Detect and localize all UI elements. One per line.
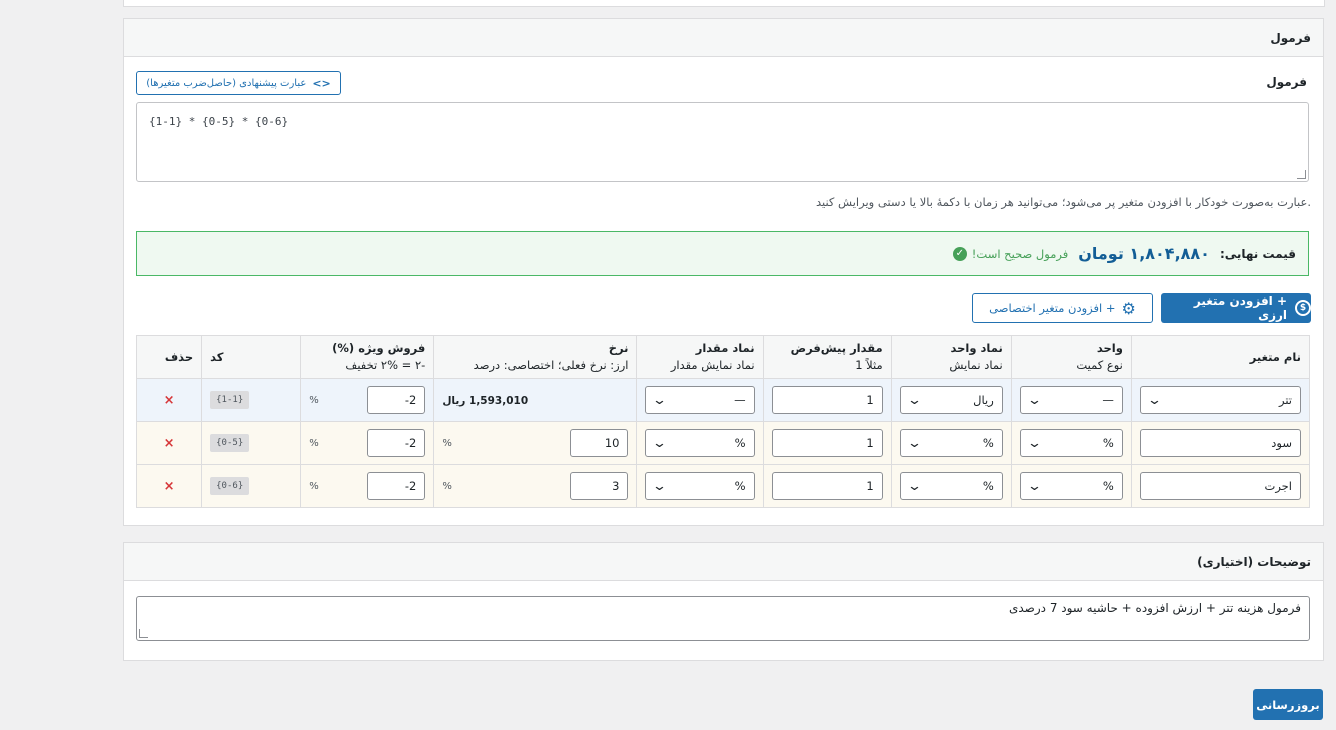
description-textarea[interactable]: فرمول هزینه تتر + ارزش افزوده + حاشیه سو… — [136, 596, 1310, 641]
chevron-down-icon: ⌄ — [1146, 392, 1162, 408]
special-sale-input[interactable]: -2 — [367, 472, 426, 500]
resize-handle[interactable] — [1297, 170, 1306, 179]
description-value: فرمول هزینه تتر + ارزش افزوده + حاشیه سو… — [1008, 601, 1301, 615]
default-value-input[interactable]: 1 — [771, 429, 883, 457]
rate-text: 1,593,010 ریال — [442, 395, 529, 407]
delete-row-icon[interactable]: × — [135, 421, 203, 465]
suggest-button-label: عبارت پیشنهادی (حاصل‌ضرب متغیرها) — [146, 77, 307, 89]
final-price-label: قیمت نهایی: — [1219, 246, 1296, 261]
special-sale-input[interactable]: -2 — [367, 429, 426, 457]
table-row: تتر ⌄ — ⌄ ریال ⌄ 1 — ⌄ 1,593,010 ریال -2 % {… — [135, 378, 1311, 422]
col-rate: نرخ ارز: نرخ فعلی؛ اختصاصی: درصد — [433, 335, 638, 379]
col-code: کد — [201, 335, 302, 379]
chevron-down-icon: ⌄ — [906, 392, 922, 408]
currency-icon: $ — [1295, 300, 1311, 316]
chevron-down-icon: ⌄ — [1026, 392, 1042, 408]
col-delete: حذف — [135, 335, 203, 379]
formula-panel: فرمول فرمول عبارت پیشنهادی (حاصل‌ضرب متغ… — [123, 18, 1324, 526]
delete-row-icon[interactable]: × — [135, 464, 203, 508]
suggest-expression-button[interactable]: عبارت پیشنهادی (حاصل‌ضرب متغیرها) <> — [136, 71, 341, 95]
percent-sign: % — [442, 480, 452, 492]
description-panel: توضیحات (اختیاری) فرمول هزینه تتر + ارزش… — [123, 542, 1324, 661]
add-custom-label: + افزودن متغیر اختصاصی — [989, 301, 1116, 315]
col-unit: واحد نوع کمیت — [1010, 335, 1132, 379]
value-symbol-select[interactable]: % ⌄ — [645, 472, 755, 500]
formula-panel-title: فرمول — [124, 19, 1323, 57]
rate-input[interactable]: 3 — [570, 472, 629, 500]
chevron-down-icon: ⌄ — [1026, 478, 1042, 494]
unit-select[interactable]: % ⌄ — [1019, 429, 1123, 457]
valid-text: فرمول صحیح است! — [971, 246, 1069, 261]
unit-select[interactable]: — ⌄ — [1019, 386, 1123, 414]
formula-valid-status: ✓ فرمول صحیح است! — [952, 246, 1069, 261]
unit-select[interactable]: % ⌄ — [1019, 472, 1123, 500]
final-price: ۱,۸۰۴,۸۸۰ تومان — [1078, 244, 1210, 263]
formula-textarea[interactable]: {1-1} * {0-5} * {0-6} — [136, 102, 1309, 182]
chevron-down-icon: ⌄ — [1026, 435, 1042, 451]
add-currency-label: + افزودن متغیر ارزی — [1193, 294, 1288, 322]
percent-sign: % — [442, 437, 452, 449]
description-panel-title: توضیحات (اختیاری) — [124, 543, 1323, 581]
formula-value: {1-1} * {0-5} * {0-6} — [149, 115, 289, 128]
variable-code: {0-6} — [210, 477, 250, 495]
delete-row-icon[interactable]: × — [135, 378, 203, 422]
variable-code: {1-1} — [210, 391, 250, 409]
col-default-value: مقدار پیش‌فرض مثلاً 1 — [762, 335, 892, 379]
chevron-down-icon: ⌄ — [906, 478, 922, 494]
col-unit-symbol: نماد واحد نماد نمایش — [890, 335, 1012, 379]
formula-result-box: ✓ فرمول صحیح است! ۱,۸۰۴,۸۸۰ تومان قیمت ن… — [136, 231, 1309, 276]
chevron-down-icon: ⌄ — [652, 435, 668, 451]
update-button[interactable]: بروزرسانی — [1253, 689, 1323, 720]
gear-icon: ⚙ — [1121, 298, 1136, 318]
col-special-sale: فروش ویژه (%) -۲ = ۲% تخفیف — [300, 335, 435, 379]
add-custom-variable-button[interactable]: + افزودن متغیر اختصاصی ⚙ — [972, 293, 1153, 323]
chevron-down-icon: ⌄ — [652, 478, 668, 494]
col-name: نام متغیر — [1130, 335, 1311, 379]
variables-table: نام متغیر واحد نوع کمیت نماد واحد نماد نما… — [135, 335, 1311, 508]
resize-handle[interactable] — [139, 629, 148, 638]
unit-symbol-select[interactable]: % ⌄ — [899, 429, 1003, 457]
variable-name-select[interactable]: تتر ⌄ — [1139, 386, 1301, 414]
variable-name-input[interactable]: اجرت — [1139, 472, 1301, 500]
code-icon: <> — [312, 76, 331, 90]
chevron-down-icon: ⌄ — [906, 435, 922, 451]
percent-sign: % — [309, 480, 319, 492]
variable-name-input[interactable]: سود — [1139, 429, 1301, 457]
formula-label: فرمول — [1266, 75, 1307, 89]
value-symbol-select[interactable]: — ⌄ — [645, 386, 755, 414]
percent-sign: % — [309, 394, 319, 406]
formula-help-text: عبارت به‌صورت خودکار با افزودن متغیر پر … — [815, 195, 1311, 209]
default-value-input[interactable]: 1 — [771, 472, 883, 500]
value-symbol-select[interactable]: % ⌄ — [645, 429, 755, 457]
chevron-down-icon: ⌄ — [652, 392, 668, 408]
default-value-input[interactable]: 1 — [771, 386, 883, 414]
table-row: سود % ⌄ % ⌄ 1 % ⌄ 10 % -2 % {0-5} × — [135, 421, 1311, 465]
check-circle-icon: ✓ — [952, 246, 967, 261]
col-value-symbol: نماد مقدار نماد نمایش مقدار — [636, 335, 764, 379]
rate-input[interactable]: 10 — [570, 429, 629, 457]
table-header-row: نام متغیر واحد نوع کمیت نماد واحد نماد نما… — [135, 335, 1311, 379]
percent-sign: % — [309, 437, 319, 449]
variable-code: {0-5} — [210, 434, 250, 452]
previous-panel-edge — [123, 0, 1325, 7]
add-currency-variable-button[interactable]: + افزودن متغیر ارزی $ — [1161, 293, 1311, 323]
unit-symbol-select[interactable]: ریال ⌄ — [899, 386, 1003, 414]
table-row: اجرت % ⌄ % ⌄ 1 % ⌄ 3 % -2 % {0-6} × — [135, 464, 1311, 508]
unit-symbol-select[interactable]: % ⌄ — [899, 472, 1003, 500]
special-sale-input[interactable]: -2 — [367, 386, 426, 414]
